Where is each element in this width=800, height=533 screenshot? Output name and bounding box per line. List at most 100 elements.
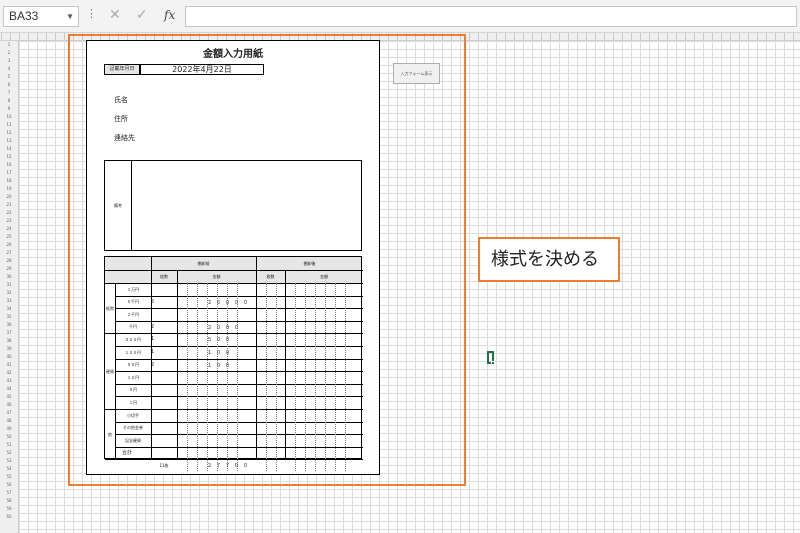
row-number[interactable]: 4 — [0, 66, 18, 71]
row-number[interactable]: 53 — [0, 458, 18, 463]
row-amount[interactable]: １００ — [207, 349, 255, 356]
digit-separator — [227, 283, 228, 472]
row-number[interactable]: 10 — [0, 114, 18, 119]
row-number[interactable]: 19 — [0, 186, 18, 191]
formula-bar: BA33 ▼ ⋮ ✕ ✓ fx — [0, 0, 800, 33]
row-number[interactable]: 34 — [0, 306, 18, 311]
row-number[interactable]: 24 — [0, 226, 18, 231]
row-number[interactable]: 9 — [0, 106, 18, 111]
row-number[interactable]: 32 — [0, 290, 18, 295]
row-number[interactable]: 30 — [0, 274, 18, 279]
insert-function-icon[interactable]: fx — [164, 8, 175, 22]
row-number[interactable]: 50 — [0, 434, 18, 439]
row-number[interactable]: 52 — [0, 450, 18, 455]
row-number[interactable]: 17 — [0, 170, 18, 175]
row-number[interactable]: 56 — [0, 482, 18, 487]
table-rule — [105, 270, 363, 271]
row-count: 2 — [151, 323, 155, 330]
col-amount-after-label: 金額 — [320, 274, 328, 279]
row-number[interactable]: 15 — [0, 154, 18, 159]
row-number[interactable]: 49 — [0, 426, 18, 431]
row-header[interactable]: 1 2 3 4 5 6 7 8 9 10 11 12 13 14 15 16 17 18 19 20 21 22 23 24 2… — [0, 41, 19, 533]
row-number[interactable]: 11 — [0, 122, 18, 127]
row-number[interactable]: 14 — [0, 146, 18, 151]
row-label: １０円 — [127, 374, 139, 380]
row-number[interactable]: 3 — [0, 58, 18, 63]
row-number[interactable]: 16 — [0, 162, 18, 167]
row-number[interactable]: 29 — [0, 266, 18, 271]
row-amount[interactable]: １００ — [207, 362, 255, 369]
digit-separator — [305, 283, 306, 472]
group-after-label: 棚卸後 — [303, 261, 316, 266]
row-number[interactable]: 37 — [0, 330, 18, 335]
row-number[interactable]: 5 — [0, 74, 18, 79]
row-number[interactable]: 20 — [0, 194, 18, 199]
row-number[interactable]: 47 — [0, 410, 18, 415]
row-number[interactable]: 6 — [0, 82, 18, 87]
name-box[interactable]: BA33 ▼ — [3, 6, 79, 27]
row-number[interactable]: 59 — [0, 506, 18, 511]
total-label: 合計 — [121, 450, 132, 456]
date-value[interactable]: 2022年4月22日 — [140, 64, 264, 75]
row-number[interactable]: 55 — [0, 474, 18, 479]
name-box-value: BA33 — [9, 9, 39, 23]
digit-separator — [197, 283, 198, 472]
row-number[interactable]: 28 — [0, 258, 18, 263]
digit-separator — [345, 283, 346, 472]
row-label: ５００円 — [125, 336, 141, 342]
row-number[interactable]: 41 — [0, 362, 18, 367]
row-number[interactable]: 38 — [0, 338, 18, 343]
memo-box[interactable]: 備考 — [104, 160, 362, 251]
total-amount: ２７７００ — [207, 463, 253, 470]
chevron-down-icon[interactable]: ▼ — [66, 7, 74, 26]
row-number[interactable]: 18 — [0, 178, 18, 183]
row-number[interactable]: 31 — [0, 282, 18, 287]
row-number[interactable]: 43 — [0, 378, 18, 383]
row-number[interactable]: 40 — [0, 354, 18, 359]
row-number[interactable]: 33 — [0, 298, 18, 303]
row-number[interactable]: 42 — [0, 370, 18, 375]
row-label: ５千円 — [127, 299, 139, 305]
row-amount[interactable]: ２５０００ — [207, 299, 255, 306]
formula-input[interactable] — [185, 6, 797, 27]
cancel-icon[interactable]: ✕ — [109, 7, 121, 23]
row-number[interactable]: 25 — [0, 234, 18, 239]
row-number[interactable]: 12 — [0, 130, 18, 135]
row-number[interactable]: 26 — [0, 242, 18, 247]
row-number[interactable]: 45 — [0, 394, 18, 399]
row-number[interactable]: 35 — [0, 314, 18, 319]
cash-table: 棚卸前 棚卸後 枚数 金額 枚数 金額 １万円 ５千円 5 ２５０００ ２千円 千円 2 ２０００ ５００円… — [104, 256, 363, 472]
digit-separator — [217, 283, 218, 472]
row-number[interactable]: 13 — [0, 138, 18, 143]
row-number[interactable]: 60 — [0, 514, 18, 519]
row-number[interactable]: 8 — [0, 98, 18, 103]
row-number[interactable]: 36 — [0, 322, 18, 327]
row-number[interactable]: 23 — [0, 218, 18, 223]
row-number[interactable]: 39 — [0, 346, 18, 351]
row-number[interactable]: 27 — [0, 250, 18, 255]
row-number[interactable]: 21 — [0, 202, 18, 207]
row-number[interactable]: 51 — [0, 442, 18, 447]
row-number[interactable]: 2 — [0, 50, 18, 55]
row-number[interactable]: 58 — [0, 498, 18, 503]
row-amount[interactable]: ５００ — [207, 336, 255, 343]
row-number[interactable]: 1 — [0, 42, 18, 47]
row-amount[interactable]: ２０００ — [207, 324, 255, 331]
row-number[interactable]: 54 — [0, 466, 18, 471]
row-number[interactable]: 44 — [0, 386, 18, 391]
row-number[interactable]: 46 — [0, 402, 18, 407]
row-number[interactable]: 22 — [0, 210, 18, 215]
fill-handle[interactable] — [491, 361, 495, 365]
enter-icon[interactable]: ✓ — [136, 7, 148, 23]
more-options-icon[interactable]: ⋮ — [86, 7, 97, 20]
row-label: 記念硬貨 — [125, 437, 141, 443]
row-label: １００円 — [125, 349, 141, 355]
form-open-button[interactable]: 入力フォーム表示 — [393, 63, 440, 84]
section-other-label: 他 — [108, 432, 112, 438]
table-rule — [177, 270, 178, 460]
row-number[interactable]: 7 — [0, 90, 18, 95]
row-number[interactable]: 57 — [0, 490, 18, 495]
row-count: 1 — [151, 349, 155, 355]
row-number[interactable]: 48 — [0, 418, 18, 423]
digit-separator — [335, 283, 336, 472]
